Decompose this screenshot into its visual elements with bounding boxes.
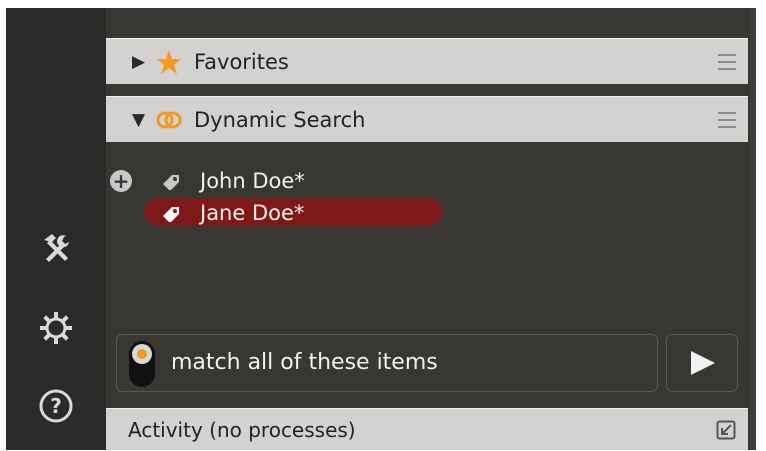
settings-gear-icon[interactable] [36,308,76,348]
right-edge [750,8,756,450]
match-label: match all of these items [171,350,438,375]
app-window: ? ▶ Favorites ▼ Dynamic Search + John Do… [6,8,756,450]
tag-icon [163,207,179,222]
match-toggle[interactable] [129,341,155,387]
play-icon [691,351,715,375]
toggle-knob [132,344,152,364]
tools-icon[interactable] [36,228,76,268]
linked-rings-icon [156,111,182,129]
tree-item-label: John Doe* [200,169,305,193]
help-icon[interactable]: ? [36,386,76,426]
collapse-arrow-icon[interactable]: ▼ [132,97,145,143]
tree-item-label: Jane Doe* [200,201,305,225]
favorites-title: Favorites [194,50,289,74]
add-item-button[interactable]: + [110,170,132,192]
top-strip [106,8,750,38]
svg-text:?: ? [50,394,62,418]
star-icon [157,50,181,74]
dynamic-search-section-header[interactable]: ▼ Dynamic Search [106,96,748,142]
tag-icon [163,175,179,190]
run-search-button[interactable] [666,334,738,392]
activity-bar[interactable]: Activity (no processes) [106,408,748,450]
favorites-section-header[interactable]: ▶ Favorites [106,38,748,84]
hamburger-menu-icon[interactable] [718,112,736,128]
activity-label: Activity (no processes) [128,418,356,442]
expand-panel-icon[interactable] [716,420,736,440]
dynamic-search-title: Dynamic Search [194,108,366,132]
match-mode-box[interactable]: match all of these items [116,334,658,392]
hamburger-menu-icon[interactable] [718,54,736,70]
main-panel: ▶ Favorites ▼ Dynamic Search + John Doe*… [106,8,750,450]
left-rail: ? [6,8,106,450]
expand-arrow-icon[interactable]: ▶ [132,39,145,85]
